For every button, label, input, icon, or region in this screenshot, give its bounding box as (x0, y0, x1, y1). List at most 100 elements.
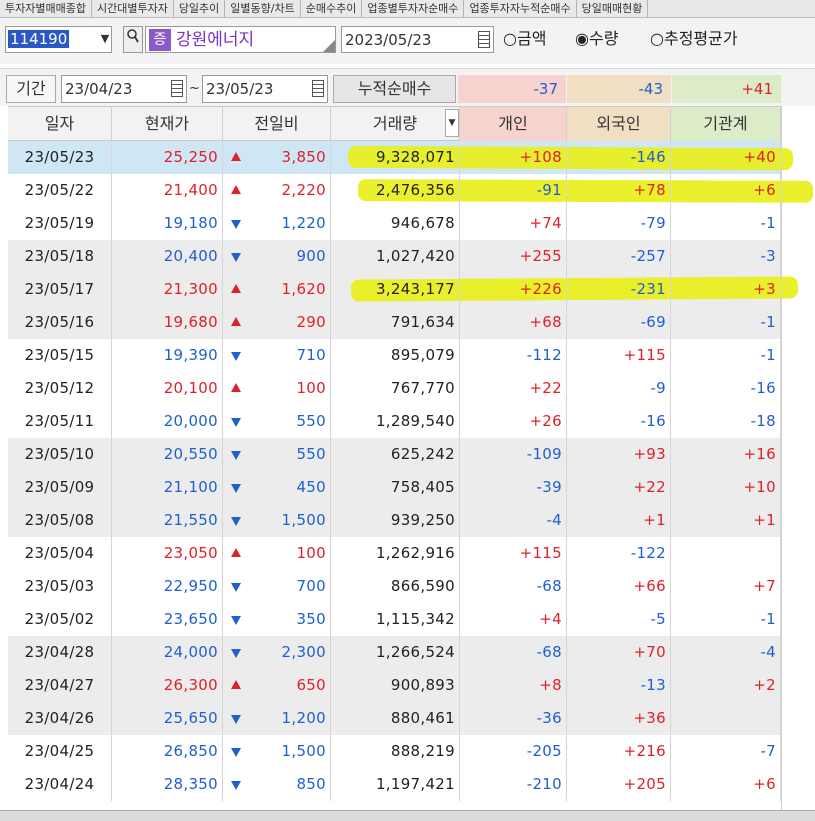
radio-average-price[interactable]: ○추정평균가 (650, 28, 738, 50)
cell-individual: +68 (460, 306, 567, 339)
cumulative-institution: +41 (672, 75, 781, 103)
cell-individual: -91 (460, 174, 567, 207)
cell-text: 2,476,356 (375, 181, 455, 199)
radio-quantity[interactable]: ◉수량 (575, 28, 618, 50)
header-date[interactable]: 일자 (8, 107, 112, 141)
search-icon[interactable] (123, 26, 143, 53)
cell-text: 23/05/18 (24, 247, 95, 265)
table-row[interactable]: 23/05/17 21,300 1,620 3,243,177 +226 -231 +3 (8, 273, 781, 306)
tab-2[interactable]: 당일추이 (174, 0, 226, 17)
cell-volume: 2,476,356 (331, 174, 460, 207)
cell-foreign: -231 (567, 273, 671, 306)
table-row[interactable]: 23/04/26 25,650 1,200 880,461 -36 +36 (8, 702, 781, 735)
table-row[interactable]: 23/05/18 20,400 900 1,027,420 +255 -257 -3 (8, 240, 781, 273)
calendar-icon[interactable] (171, 80, 183, 97)
table-row[interactable]: 23/04/27 26,300 650 900,893 +8 -13 +2 (8, 669, 781, 702)
table-row[interactable]: 23/05/08 21,550 1,500 939,250 -4 +1 +1 (8, 504, 781, 537)
header-change[interactable]: 전일비 (223, 107, 331, 141)
tab-7[interactable]: 당일매매현황 (577, 0, 649, 17)
cell-text: -4 (546, 511, 562, 529)
table-row[interactable]: 23/04/25 26,850 1,500 888,219 -205 +216 -7 (8, 735, 781, 768)
cell-text: -16 (750, 379, 776, 397)
table-row[interactable]: 23/05/23 25,250 3,850 9,328,071 +108 -146 +40 (8, 141, 781, 174)
cell-text: +78 (633, 181, 666, 199)
cell-volume: 9,328,071 (331, 141, 460, 174)
cell-price: 23,650 (112, 603, 223, 636)
period-to-input[interactable]: 23/05/23 (202, 75, 328, 103)
radio-amount[interactable]: ○금액 (503, 28, 546, 50)
cell-text: +2 (753, 676, 776, 694)
market-badge: 증 (149, 29, 171, 51)
cell-text: +66 (633, 577, 666, 595)
stock-name-field[interactable]: 증 강원에너지 (145, 26, 336, 53)
cell-text: 28,350 (163, 775, 218, 793)
cell-individual: +255 (460, 240, 567, 273)
cell-change: 1,220 (223, 207, 331, 240)
cell-date: 23/05/09 (8, 471, 112, 504)
table-row[interactable]: 23/05/12 20,100 100 767,770 +22 -9 -16 (8, 372, 781, 405)
cell-text: -210 (526, 775, 562, 793)
cell-date: 23/05/02 (8, 603, 112, 636)
tab-5[interactable]: 업종별투자자순매수 (362, 0, 465, 17)
calendar-icon[interactable] (312, 80, 324, 97)
cell-date: 23/05/17 (8, 273, 112, 306)
cell-volume: 767,770 (331, 372, 460, 405)
triangle-down-icon (231, 418, 241, 427)
table-row[interactable]: 23/05/02 23,650 350 1,115,342 +4 -5 -1 (8, 603, 781, 636)
cell-text: 450 (296, 478, 326, 496)
stock-code-input[interactable]: 114190 ▼ (5, 26, 112, 53)
table-row[interactable]: 23/05/11 20,000 550 1,289,540 +26 -16 -18 (8, 405, 781, 438)
tab-3[interactable]: 일별동향/차트 (225, 0, 301, 17)
cell-volume: 895,079 (331, 339, 460, 372)
table-row[interactable]: 23/05/10 20,550 550 625,242 -109 +93 +16 (8, 438, 781, 471)
table-row[interactable]: 23/05/09 21,100 450 758,405 -39 +22 +10 (8, 471, 781, 504)
header-price[interactable]: 현재가 (112, 107, 223, 141)
table-row[interactable]: 23/05/19 19,180 1,220 946,678 +74 -79 -1 (8, 207, 781, 240)
tab-1[interactable]: 시간대별투자자 (92, 0, 174, 17)
cell-text: 900,893 (390, 676, 455, 694)
cell-text: -3 (760, 247, 776, 265)
table-row[interactable]: 23/05/22 21,400 2,220 2,476,356 -91 +78 +6 (8, 174, 781, 207)
calendar-icon[interactable] (478, 31, 490, 48)
cell-text: 350 (296, 610, 326, 628)
cell-text: +68 (529, 313, 562, 331)
tab-6[interactable]: 업종투자자누적순매수 (464, 0, 577, 17)
table-row[interactable]: 23/05/03 22,950 700 866,590 -68 +66 +7 (8, 570, 781, 603)
cell-text: 26,850 (163, 742, 218, 760)
cell-foreign: -13 (567, 669, 671, 702)
header-volume[interactable]: 거래량 ▼ (331, 107, 460, 141)
tab-4[interactable]: 순매수추이 (301, 0, 363, 17)
table-row[interactable]: 23/04/24 28,350 850 1,197,421 -210 +205 +6 (8, 768, 781, 801)
cell-text: 23/05/09 (24, 478, 95, 496)
cell-price: 20,000 (112, 405, 223, 438)
cell-volume: 1,289,540 (331, 405, 460, 438)
cell-text: 1,027,420 (375, 247, 455, 265)
cell-text: 946,678 (390, 214, 455, 232)
table-row[interactable]: 23/05/15 19,390 710 895,079 -112 +115 -1 (8, 339, 781, 372)
cell-price: 22,950 (112, 570, 223, 603)
cell-text: -79 (640, 214, 666, 232)
chevron-down-icon[interactable]: ▼ (100, 30, 110, 48)
cell-individual: +4 (460, 603, 567, 636)
cell-text: +255 (519, 247, 562, 265)
table-row[interactable]: 23/04/28 24,000 2,300 1,266,524 -68 +70 -4 (8, 636, 781, 669)
cell-institution: +10 (671, 471, 781, 504)
header-label: 기관계 (703, 114, 748, 133)
query-date-input[interactable]: 2023/05/23 (341, 26, 494, 53)
cell-text: 19,390 (163, 346, 218, 364)
cell-volume: 625,242 (331, 438, 460, 471)
vertical-scrollbar[interactable] (781, 106, 815, 810)
cell-institution (671, 537, 781, 570)
header-foreign[interactable]: 외국인 (567, 107, 671, 141)
cell-text: -1 (760, 346, 776, 364)
header-individual[interactable]: 개인 (460, 107, 567, 141)
cell-price: 20,400 (112, 240, 223, 273)
sort-dropdown-icon[interactable]: ▼ (445, 109, 459, 137)
tab-0[interactable]: 투자자별매매종합 (0, 0, 92, 17)
table-row[interactable]: 23/05/16 19,680 290 791,634 +68 -69 -1 (8, 306, 781, 339)
period-from-input[interactable]: 23/04/23 (61, 75, 187, 103)
cell-text: -7 (760, 742, 776, 760)
header-institution[interactable]: 기관계 (671, 107, 781, 141)
cell-text: +22 (529, 379, 562, 397)
table-row[interactable]: 23/05/04 23,050 100 1,262,916 +115 -122 (8, 537, 781, 570)
